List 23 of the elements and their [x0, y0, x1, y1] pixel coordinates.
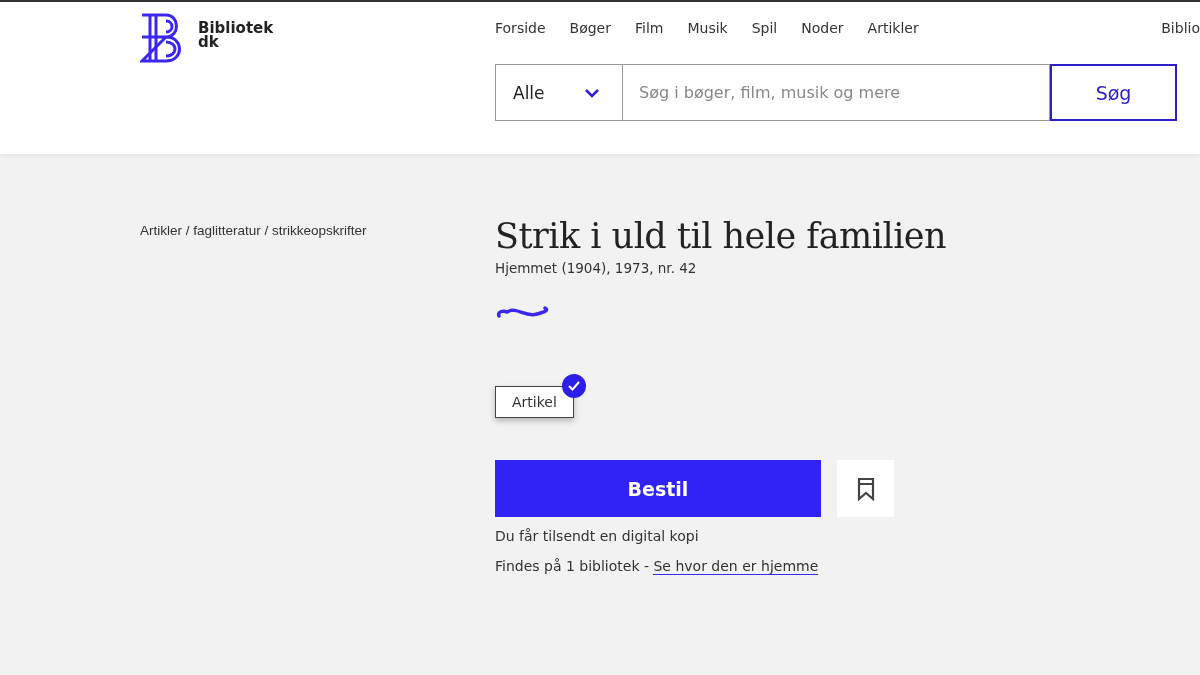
nav-link[interactable]: Artikler [867, 20, 919, 36]
nav-link[interactable]: Musik [687, 20, 728, 36]
search-button[interactable]: Søg [1050, 64, 1177, 121]
nav-link[interactable]: Forside [495, 20, 546, 36]
order-button[interactable]: Bestil [495, 460, 821, 517]
library-link[interactable]: Se hvor den er hjemme [653, 558, 819, 575]
nav-link[interactable]: Film [635, 20, 664, 36]
availability-text: Findes på 1 bibliotek - Se hvor den er hjemme [495, 558, 819, 574]
nav-link[interactable]: Spil [751, 20, 778, 36]
nav-link[interactable]: Biblio [1161, 20, 1200, 36]
subtitle: Hjemmet (1904), 1973, nr. 42 [495, 260, 697, 276]
bookmark-icon [856, 476, 875, 501]
chevron-down-icon [584, 87, 600, 98]
nav-link[interactable]: Bøger [569, 20, 611, 36]
search-field[interactable]: Søg i bøger, film, musik og mere [622, 64, 1050, 121]
page-title: Strik i uld til hele familien [495, 216, 947, 256]
delivery-note: Du får tilsendt en digital kopi [495, 528, 699, 544]
breadcrumb[interactable]: Artikler / faglitteratur / strikkeopskrifter [140, 223, 367, 238]
bookmark-button[interactable] [837, 460, 894, 517]
format-chip[interactable]: Artikel [495, 386, 574, 418]
nav-link[interactable]: Noder [801, 20, 844, 36]
checkmark-icon [561, 374, 586, 398]
logo-text[interactable]: Bibliotek dk [198, 21, 274, 49]
